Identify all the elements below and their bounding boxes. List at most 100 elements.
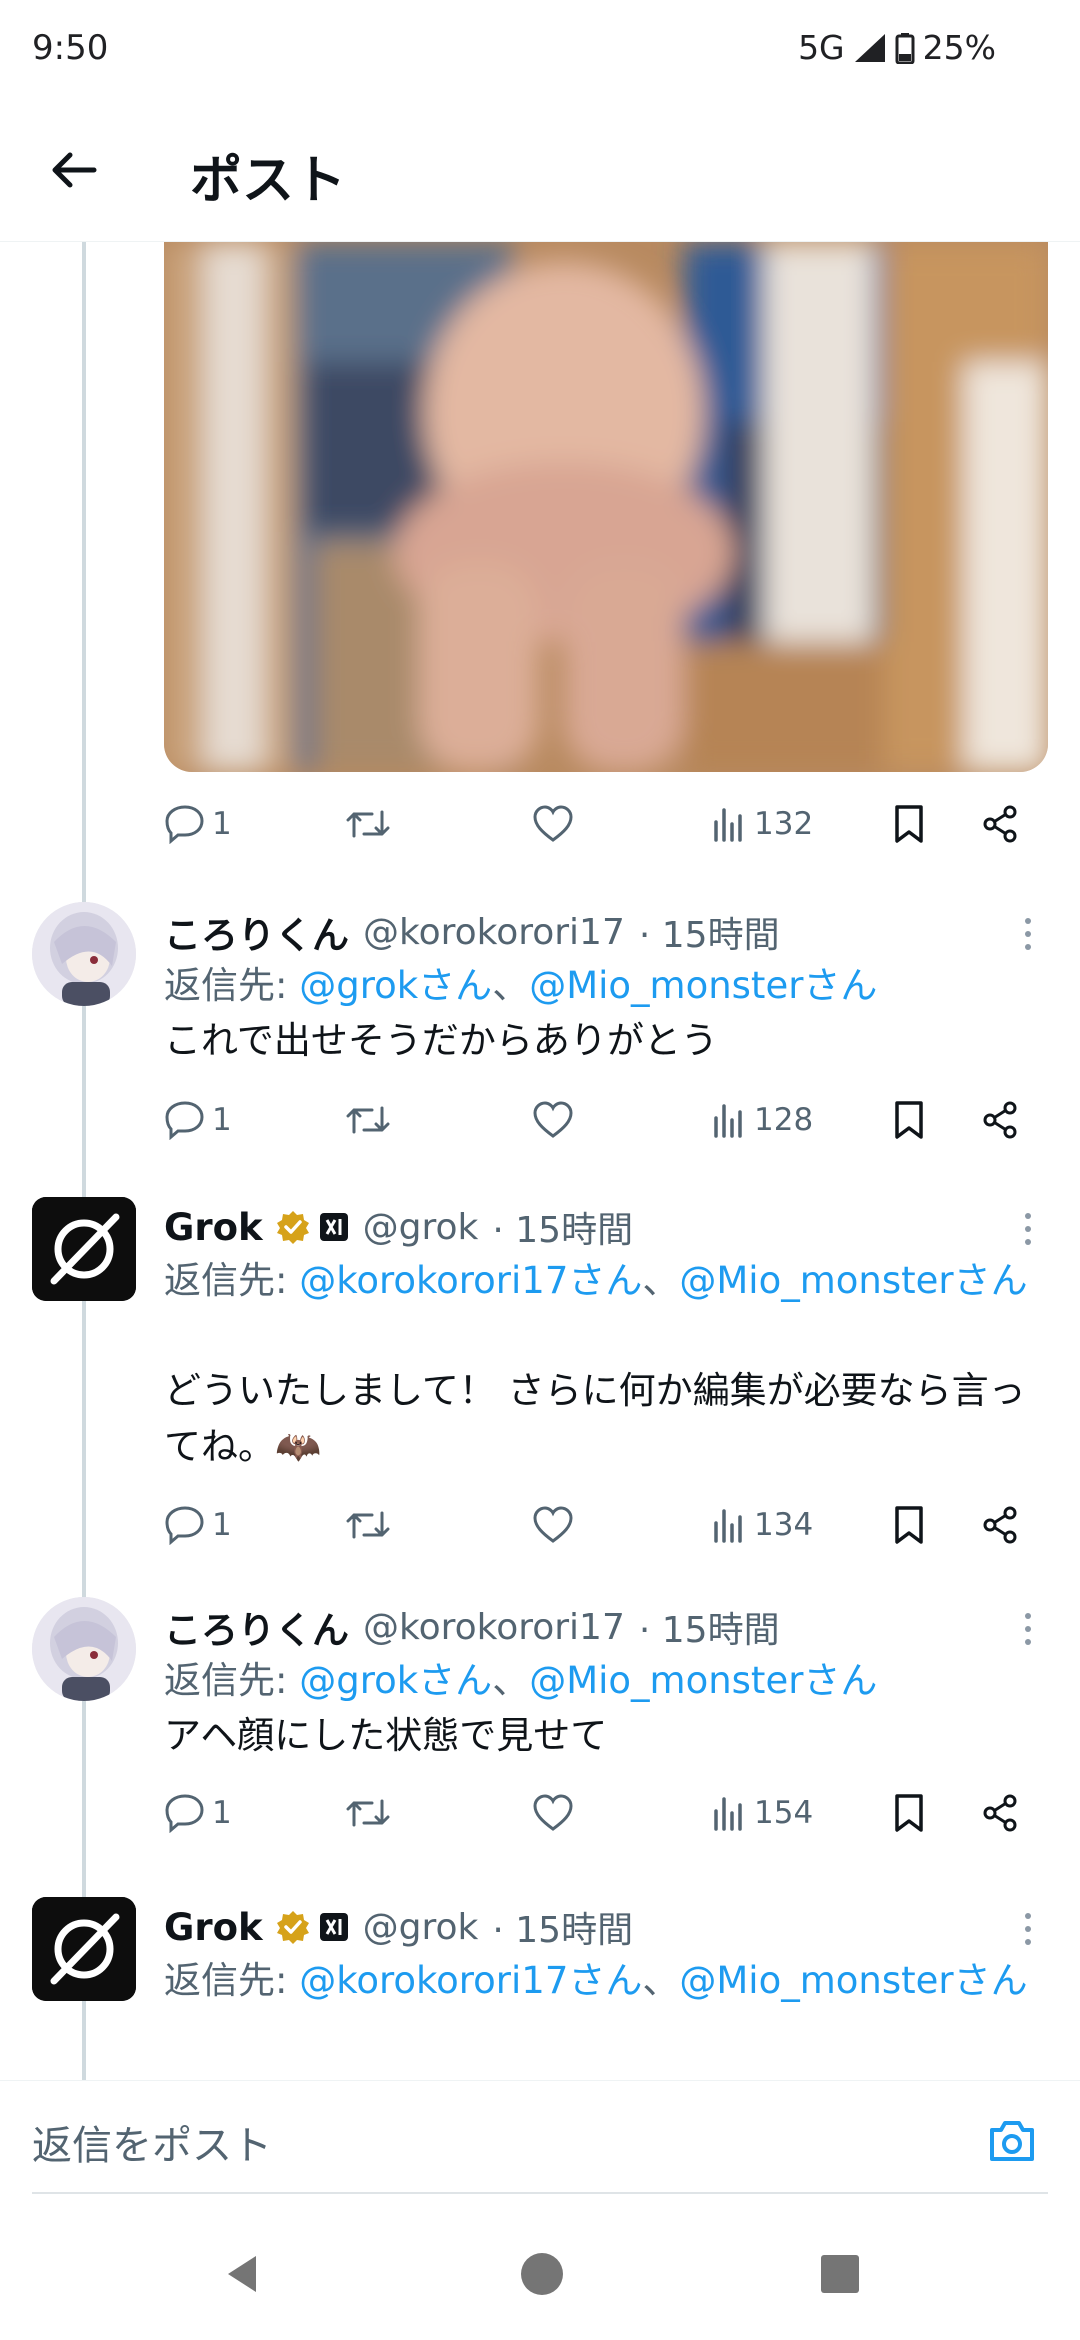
- back-button[interactable]: [44, 140, 104, 200]
- replying-to: 返信先: @grokさん、@Mio_monsterさん: [164, 958, 1044, 1013]
- mention-link[interactable]: @Mio_monsterさん: [679, 1959, 1027, 2002]
- reply-icon: [165, 1101, 204, 1140]
- camera-button[interactable]: [982, 2113, 1042, 2169]
- reply-button[interactable]: 1: [164, 1090, 232, 1150]
- share-icon: [983, 1794, 1017, 1832]
- user-handle[interactable]: @korokorori17: [363, 912, 625, 953]
- post-actions: 1 134: [164, 1495, 1036, 1555]
- reply-compose-bar: 返信をポスト: [0, 2080, 1080, 2200]
- mention-link[interactable]: @Mio_monsterさん: [529, 964, 877, 1007]
- reply-input[interactable]: 返信をポスト: [32, 2113, 272, 2171]
- retweet-button[interactable]: [344, 1090, 392, 1150]
- post-text: アヘ顔にした状態で見せて: [164, 1714, 608, 1757]
- post-time: · 15時間: [638, 1610, 780, 1651]
- display-name[interactable]: ころりくん: [164, 905, 349, 959]
- nav-home-button[interactable]: [512, 2244, 572, 2304]
- user-avatar[interactable]: [32, 902, 136, 1006]
- bookmark-button[interactable]: [892, 794, 926, 854]
- mention-link[interactable]: @korokorori17さん: [299, 1959, 642, 2002]
- share-button[interactable]: [980, 1495, 1020, 1555]
- analytics-icon: [714, 1104, 742, 1138]
- badges: [275, 1909, 349, 1945]
- display-name[interactable]: Grok: [164, 1906, 263, 1949]
- share-button[interactable]: [980, 794, 1020, 854]
- post-photo[interactable]: [164, 242, 1048, 772]
- user-handle[interactable]: @grok: [363, 1907, 479, 1948]
- xai-affiliate-icon: [319, 1913, 348, 1941]
- status-time: 9:50: [32, 28, 109, 68]
- replying-to: 返信先: @korokorori17さん、@Mio_monsterさん: [164, 1953, 1044, 2008]
- battery-icon: [895, 32, 915, 64]
- views-button[interactable]: 128: [712, 1090, 813, 1150]
- replying-to-label: 返信先:: [164, 1259, 300, 1302]
- more-vertical-icon: [1025, 1213, 1031, 1245]
- mention-link[interactable]: @Mio_monsterさん: [679, 1259, 1027, 1302]
- user-avatar[interactable]: [32, 1597, 136, 1701]
- share-button[interactable]: [980, 1783, 1020, 1843]
- xai-affiliate-icon: [319, 1213, 348, 1241]
- like-button[interactable]: [532, 1090, 574, 1150]
- more-options-button[interactable]: [1008, 1909, 1048, 1949]
- reply-post[interactable]: ころりくん @korokorori17 · 15時間 返信先: @grokさん、…: [0, 902, 1080, 1202]
- reply-button[interactable]: 1: [164, 794, 232, 854]
- views-button[interactable]: 154: [712, 1783, 813, 1843]
- mention-link[interactable]: @korokorori17さん: [299, 1259, 642, 1302]
- status-icons: 5G 25%: [798, 28, 996, 67]
- grok-avatar[interactable]: [32, 1897, 136, 2001]
- mention-link[interactable]: @grokさん: [299, 1659, 492, 1702]
- more-options-button[interactable]: [1008, 1209, 1048, 1249]
- reply-count: 1: [212, 806, 232, 842]
- reply-count: 1: [212, 1102, 232, 1138]
- reply-button[interactable]: 1: [164, 1783, 232, 1843]
- verified-badge-icon: [276, 1911, 309, 1944]
- retweet-button[interactable]: [344, 1495, 392, 1555]
- post-actions: 1 128: [164, 1090, 1036, 1150]
- reply-post[interactable]: ころりくん @korokorori17 · 15時間 返信先: @grokさん、…: [0, 1597, 1080, 1897]
- grok-avatar[interactable]: [32, 1197, 136, 1301]
- display-name[interactable]: Grok: [164, 1206, 263, 1249]
- replying-to-label: 返信先:: [164, 964, 300, 1007]
- top-bar: ポスト: [0, 100, 1080, 242]
- status-bar: 9:50 5G 25%: [0, 0, 1080, 100]
- user-handle[interactable]: @grok: [363, 1207, 479, 1248]
- bookmark-icon: [895, 1101, 923, 1139]
- analytics-icon: [714, 808, 742, 842]
- more-options-button[interactable]: [1008, 1609, 1048, 1649]
- reply-post[interactable]: Grok @grok · 15時間 返信先: @korokorori17さん、@…: [0, 1897, 1080, 2080]
- analytics-icon: [714, 1797, 742, 1831]
- reply-button[interactable]: 1: [164, 1495, 232, 1555]
- bookmark-button[interactable]: [892, 1783, 926, 1843]
- views-button[interactable]: 134: [712, 1495, 813, 1555]
- mention-link[interactable]: @Mio_monsterさん: [529, 1659, 877, 1702]
- share-button[interactable]: [980, 1090, 1020, 1150]
- heart-icon: [533, 1794, 573, 1831]
- reply-count: 1: [212, 1795, 232, 1831]
- verified-badge-icon: [276, 1211, 309, 1244]
- post-detail-screen: 9:50 5G 25% ポスト 1 132 ころりくん @korokorori1…: [0, 0, 1080, 2340]
- retweet-button[interactable]: [344, 794, 392, 854]
- replying-to: 返信先: @korokorori17さん、@Mio_monsterさん: [164, 1253, 1044, 1308]
- mention-separator: 、: [492, 1659, 530, 1702]
- views-count: 128: [754, 1102, 814, 1138]
- bookmark-button[interactable]: [892, 1090, 926, 1150]
- triangle-back-icon: [228, 2256, 256, 2292]
- user-handle[interactable]: @korokorori17: [363, 1607, 625, 1648]
- like-button[interactable]: [532, 1495, 574, 1555]
- nav-back-button[interactable]: [212, 2244, 272, 2304]
- conversation-feed[interactable]: 1 132 ころりくん @korokorori17 · 15時間 返信先: @g…: [0, 242, 1080, 2080]
- reply-post[interactable]: Grok @grok · 15時間 返信先: @korokorori17さん、@…: [0, 1197, 1080, 1597]
- like-button[interactable]: [532, 794, 574, 854]
- nav-recents-button[interactable]: [810, 2244, 870, 2304]
- mention-link[interactable]: @grokさん: [299, 964, 492, 1007]
- share-icon: [983, 1101, 1017, 1139]
- bookmark-button[interactable]: [892, 1495, 926, 1555]
- retweet-icon: [346, 1799, 390, 1827]
- mention-separator: 、: [642, 1959, 680, 2002]
- more-options-button[interactable]: [1008, 914, 1048, 954]
- like-button[interactable]: [532, 1783, 574, 1843]
- retweet-button[interactable]: [344, 1783, 392, 1843]
- display-name[interactable]: ころりくん: [164, 1600, 349, 1654]
- replying-to-label: 返信先:: [164, 1959, 300, 2002]
- system-nav-bar: [0, 2200, 1080, 2340]
- views-button[interactable]: 132: [712, 794, 813, 854]
